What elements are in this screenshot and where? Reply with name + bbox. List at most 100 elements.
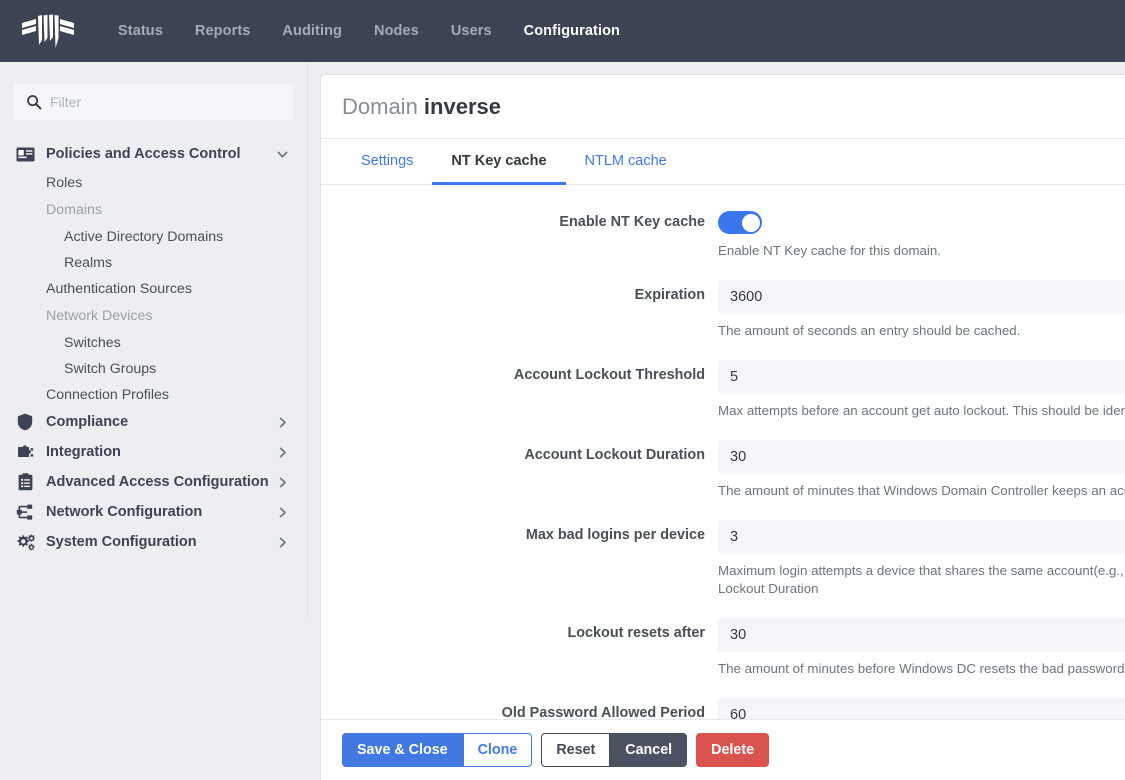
form-row-max-bad-logins-per-device: Max bad logins per device Maximum login … [321, 520, 1125, 600]
reset-cancel-button-group: Reset Cancel [541, 733, 687, 767]
old-password-allowed-period-input[interactable] [718, 698, 1125, 719]
tab-bar: Settings NT Key cache NTLM cache [321, 139, 1125, 185]
enable-nt-key-cache-toggle[interactable] [718, 211, 762, 234]
packetfence-fence-logo[interactable] [18, 9, 80, 53]
field-label: Account Lockout Threshold [321, 360, 711, 383]
sidebar-group-integration[interactable]: Integration [14, 438, 293, 466]
expiration-input[interactable] [718, 280, 1125, 314]
page-title-prefix: Domain [342, 94, 424, 119]
puzzle-piece-icon [14, 443, 36, 461]
account-lockout-duration-input[interactable] [718, 440, 1125, 474]
tab-nt-key-cache[interactable]: NT Key cache [432, 139, 565, 185]
field-help: Maximum login attempts a device that sha… [718, 562, 1125, 600]
nav-link-configuration[interactable]: Configuration [508, 15, 636, 47]
lockout-resets-after-input[interactable] [718, 618, 1125, 652]
sidebar-group-compliance[interactable]: Compliance [14, 408, 293, 436]
sidebar-group-label: System Configuration [46, 534, 275, 550]
sidebar-item-active-directory-domains[interactable]: Active Directory Domains [14, 224, 293, 250]
form-row-lockout-resets-after: Lockout resets after The amount of minut… [321, 618, 1125, 679]
nav-link-reports[interactable]: Reports [179, 15, 267, 47]
max-bad-logins-per-device-input[interactable] [718, 520, 1125, 554]
card-footer: Save & Close Clone Reset Cancel Delete [321, 719, 1125, 780]
nav-link-status[interactable]: Status [102, 15, 179, 47]
field-label: Enable NT Key cache [321, 207, 711, 230]
sidebar-group-label: Integration [46, 444, 275, 460]
field-help: The amount of minutes that Windows Domai… [718, 482, 1125, 501]
field-label: Lockout resets after [321, 618, 711, 641]
field-control: The amount of seconds an entry should be… [711, 280, 1125, 341]
nav-links: Status Reports Auditing Nodes Users Conf… [102, 15, 636, 47]
page-title-name: inverse [424, 94, 501, 119]
gears-icon [14, 533, 36, 551]
reset-button[interactable]: Reset [541, 733, 610, 767]
sidebar-group-system-configuration[interactable]: System Configuration [14, 528, 293, 556]
chevron-down-icon[interactable] [275, 147, 289, 161]
sidebar-item-roles[interactable]: Roles [14, 170, 293, 196]
id-card-icon [14, 145, 36, 163]
sidebar-group-label: Policies and Access Control [46, 146, 275, 162]
delete-button[interactable]: Delete [696, 733, 769, 767]
field-label: Account Lockout Duration [321, 440, 711, 463]
sidebar-filter [14, 84, 293, 120]
sidebar-group-label: Network Configuration [46, 504, 275, 520]
sidebar-item-switches[interactable]: Switches [14, 330, 293, 356]
field-control: The amount of minutes before Windows DC … [711, 618, 1125, 679]
shield-icon [14, 413, 36, 431]
form-row-account-lockout-duration: Account Lockout Duration The amount of m… [321, 440, 1125, 501]
nav-link-nodes[interactable]: Nodes [358, 15, 435, 47]
tab-settings[interactable]: Settings [342, 139, 432, 185]
field-control: The amount of minutes an old password wi… [711, 698, 1125, 719]
clipboard-list-icon [14, 473, 36, 491]
form-row-account-lockout-threshold: Account Lockout Threshold Max attempts b… [321, 360, 1125, 421]
account-lockout-threshold-input[interactable] [718, 360, 1125, 394]
cancel-button[interactable]: Cancel [610, 733, 687, 767]
sidebar-item-realms[interactable]: Realms [14, 250, 293, 276]
network-sitemap-icon [14, 503, 36, 521]
toggle-knob [742, 214, 760, 232]
field-help: Max attempts before an account get auto … [718, 402, 1125, 421]
sidebar-subheading-domains: Domains [14, 196, 293, 224]
field-control: Enable NT Key cache for this domain. [711, 207, 1125, 261]
sidebar-group-network-configuration[interactable]: Network Configuration [14, 498, 293, 526]
sidebar-wrapper: Policies and Access Control Roles Domain… [0, 62, 308, 780]
field-help: The amount of seconds an entry should be… [718, 322, 1125, 341]
top-navbar: Status Reports Auditing Nodes Users Conf… [0, 0, 1125, 62]
sidebar-subheading-network-devices: Network Devices [14, 302, 293, 330]
sidebar-group-label: Compliance [46, 414, 275, 430]
nav-link-users[interactable]: Users [435, 15, 508, 47]
clone-button[interactable]: Clone [463, 733, 533, 767]
chevron-right-icon[interactable] [275, 535, 289, 549]
nav-link-auditing[interactable]: Auditing [266, 15, 358, 47]
page-body: Policies and Access Control Roles Domain… [0, 62, 1125, 780]
chevron-right-icon[interactable] [275, 445, 289, 459]
page-title: Domain inverse [342, 94, 1101, 120]
field-label: Expiration [321, 280, 711, 303]
form-row-expiration: Expiration The amount of seconds an entr… [321, 280, 1125, 341]
field-help: Enable NT Key cache for this domain. [718, 242, 1125, 261]
chevron-right-icon[interactable] [275, 505, 289, 519]
field-help: The amount of minutes before Windows DC … [718, 660, 1125, 679]
form-area: Enable NT Key cache Enable NT Key cache … [321, 185, 1125, 719]
field-control: Max attempts before an account get auto … [711, 360, 1125, 421]
form-row-old-password-allowed-period: Old Password Allowed Period The amount o… [321, 698, 1125, 719]
filter-input[interactable] [14, 84, 293, 120]
field-label: Old Password Allowed Period [321, 698, 711, 719]
chevron-right-icon[interactable] [275, 415, 289, 429]
sidebar-item-authentication-sources[interactable]: Authentication Sources [14, 276, 293, 302]
chevron-right-icon[interactable] [275, 475, 289, 489]
sidebar-group-advanced-access-configuration[interactable]: Advanced Access Configuration [14, 468, 293, 496]
field-control: The amount of minutes that Windows Domai… [711, 440, 1125, 501]
save-button-group: Save & Close Clone [342, 733, 532, 767]
field-label: Max bad logins per device [321, 520, 711, 543]
sidebar-item-switch-groups[interactable]: Switch Groups [14, 356, 293, 382]
tab-ntlm-cache[interactable]: NTLM cache [566, 139, 686, 185]
field-control: Maximum login attempts a device that sha… [711, 520, 1125, 600]
fence-logo-icon [20, 11, 78, 51]
sidebar: Policies and Access Control Roles Domain… [0, 62, 308, 618]
card-header: Domain inverse [321, 75, 1125, 139]
main-content: Domain inverse Settings NT Key cache NTL… [308, 62, 1125, 780]
sidebar-group-policies-and-access-control[interactable]: Policies and Access Control [14, 140, 293, 168]
domain-card: Domain inverse Settings NT Key cache NTL… [320, 74, 1125, 780]
sidebar-item-connection-profiles[interactable]: Connection Profiles [14, 382, 293, 408]
save-and-close-button[interactable]: Save & Close [342, 733, 463, 767]
